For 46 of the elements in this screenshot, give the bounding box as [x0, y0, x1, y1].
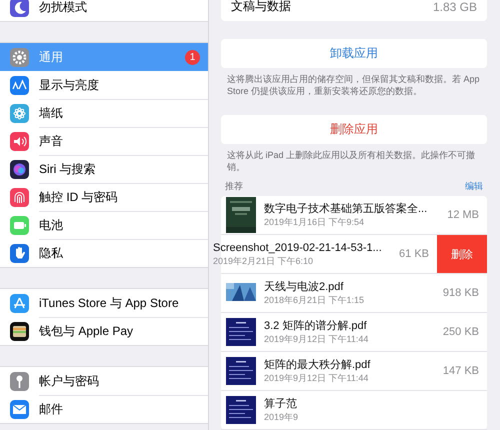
settings-item[interactable]: 触控 ID 与密码	[0, 183, 208, 211]
storage-value: 1.83 GB	[432, 0, 477, 14]
file-row[interactable]: 天线与电波2.pdf 2018年6月21日 下午1:15 918 KB	[221, 274, 487, 312]
settings-item[interactable]: 墙纸	[0, 99, 208, 127]
notification-badge: 1	[185, 50, 200, 65]
settings-item[interactable]: 显示与亮度	[0, 71, 208, 99]
file-row[interactable]: 算子范 2019年9	[221, 391, 487, 429]
delete-button[interactable]: 删除	[437, 235, 487, 273]
file-date: 2019年1月16日 下午9:54	[264, 216, 366, 228]
file-name: 算子范	[264, 397, 298, 411]
file-size: 250 KB	[442, 326, 479, 338]
delete-note: 这将从此 iPad 上删除此应用以及所有相关数据。此操作不可撤销。	[227, 149, 476, 173]
file-date: 2019年9	[264, 411, 300, 423]
file-row[interactable]: Screenshot_2019-02-21-14-53-1... 2019年2月21日 下午6:10 61 KB	[213, 235, 437, 273]
file-row[interactable]: 3.2 矩阵的谱分解.pdf 2019年9月12日 下午11:44 250 KB	[221, 313, 487, 351]
storage-label: 文稿与数据	[231, 0, 291, 15]
file-date: 2018年6月21日 下午1:15	[264, 294, 366, 306]
file-date: 2019年2月21日 下午6:10	[213, 255, 314, 267]
offload-app-button[interactable]: 卸载应用	[221, 39, 487, 68]
settings-item[interactable]: 钱包与 Apple Pay	[0, 317, 208, 345]
file-name: 3.2 矩阵的谱分解.pdf	[264, 319, 368, 333]
edit-link[interactable]: 编辑	[465, 180, 483, 193]
offload-note: 这将腾出该应用占用的储存空间，但保留其文稿和数据。若 App Store 仍提供该应用，重新安装将还原您的数据。	[227, 73, 481, 97]
delete-app-button[interactable]: 删除应用	[221, 115, 487, 144]
file-date: 2019年9月12日 下午11:44	[264, 372, 370, 384]
file-name: 矩阵的最大秩分解.pdf	[264, 358, 372, 372]
file-name: 数字电子技术基础第五版答案全...	[264, 202, 428, 216]
settings-item[interactable]: 声音	[0, 127, 208, 155]
settings-item[interactable]: 隐私	[0, 239, 208, 267]
settings-item[interactable]: 帐户与密码	[0, 367, 208, 395]
file-size: 147 KB	[442, 365, 479, 377]
file-date: 2019年9月12日 下午11:44	[264, 333, 370, 345]
settings-item[interactable]: iTunes Store 与 App Store	[0, 289, 208, 317]
settings-item[interactable]: 电池	[0, 211, 208, 239]
file-name: Screenshot_2019-02-21-14-53-1...	[213, 241, 383, 255]
file-size: 61 KB	[399, 248, 429, 260]
settings-item[interactable]: 邮件	[0, 395, 208, 423]
section-header: 推荐	[225, 180, 243, 193]
settings-item[interactable]: Siri 与搜索	[0, 155, 208, 183]
file-row[interactable]: 数字电子技术基础第五版答案全... 2019年1月16日 下午9:54 12 MB	[221, 196, 487, 234]
file-name: 天线与电波2.pdf	[264, 280, 344, 294]
settings-item[interactable]: 勿扰模式	[0, 0, 208, 21]
file-size: 12 MB	[447, 209, 479, 221]
settings-item[interactable]: 通用 1	[0, 43, 208, 71]
file-row[interactable]: 矩阵的最大秩分解.pdf 2019年9月12日 下午11:44 147 KB	[221, 352, 487, 390]
file-size: 918 KB	[442, 287, 479, 299]
